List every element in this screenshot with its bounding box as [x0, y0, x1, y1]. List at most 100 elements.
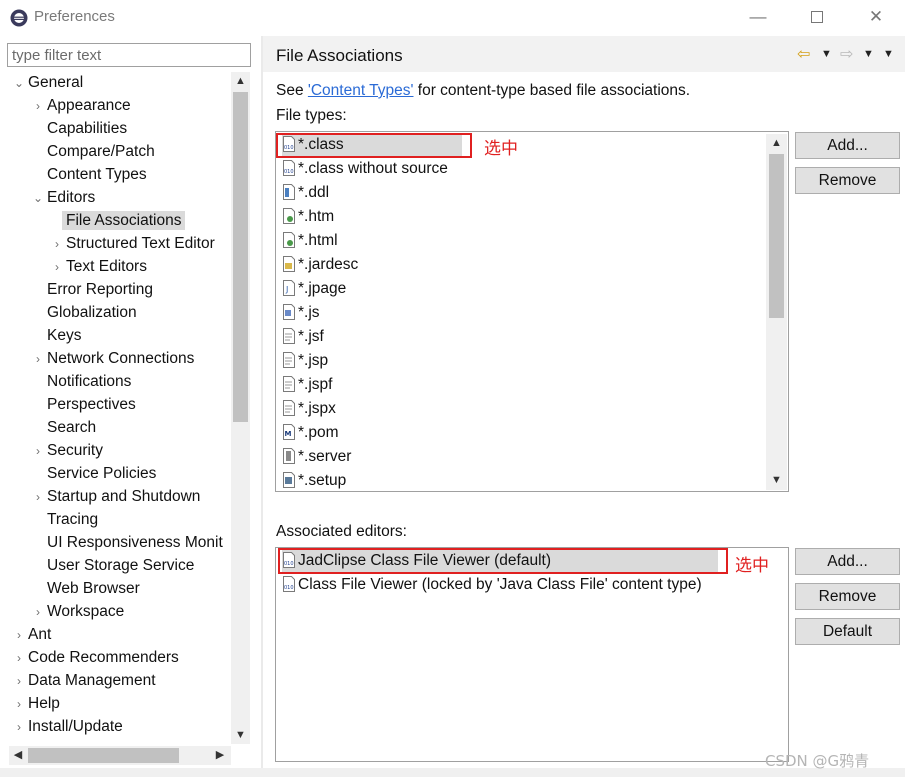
content-types-link[interactable]: 'Content Types': [308, 82, 414, 99]
chevron-right-icon[interactable]: ›: [29, 601, 47, 623]
file-types-scroll-thumb[interactable]: [769, 154, 784, 318]
default-editor-button[interactable]: Default: [795, 618, 900, 645]
tree-item-globalization[interactable]: ›Globalization: [29, 302, 137, 324]
svg-text:010: 010: [284, 585, 294, 591]
add-editor-button[interactable]: Add...: [795, 548, 900, 575]
remove-file-type-button[interactable]: Remove: [795, 167, 900, 194]
editor-item[interactable]: 010 Class File Viewer (locked by 'Java Cl…: [282, 574, 702, 596]
hint-suffix: for content-type based file associations…: [413, 82, 691, 99]
tree-item-error-reporting[interactable]: ›Error Reporting: [29, 279, 153, 301]
remove-editor-button[interactable]: Remove: [795, 583, 900, 610]
close-button[interactable]: ✕: [861, 6, 891, 30]
tree-item-capabilities[interactable]: ›Capabilities: [29, 118, 127, 140]
file-type-item[interactable]: *.server: [282, 446, 351, 468]
watermark: CSDN @G鸦青: [765, 752, 870, 770]
tree-item-perspectives[interactable]: ›Perspectives: [29, 394, 136, 416]
scroll-up-icon[interactable]: ▲: [767, 134, 786, 152]
tree-item-user-storage-service[interactable]: ›User Storage Service: [29, 555, 194, 577]
tree-item-label: Error Reporting: [47, 281, 153, 298]
chevron-right-icon[interactable]: ›: [48, 256, 66, 278]
tree-item-file-associations[interactable]: ›File Associations: [48, 210, 186, 232]
tree-item-install-update[interactable]: › Install/Update: [10, 716, 123, 738]
view-menu-icon[interactable]: ▼: [883, 48, 894, 60]
tree-item-help[interactable]: › Help: [10, 693, 60, 715]
tree-item-data-management[interactable]: › Data Management: [10, 670, 156, 692]
tree-item-structured-text-editor[interactable]: › Structured Text Editor: [48, 233, 215, 255]
chevron-down-icon[interactable]: ⌄: [29, 187, 47, 209]
tree-item-text-editors[interactable]: › Text Editors: [48, 256, 147, 278]
tree-item-search[interactable]: ›Search: [29, 417, 96, 439]
selected-annotation: 选中: [484, 139, 518, 159]
js-file-icon: [283, 304, 295, 320]
file-type-item[interactable]: *.htm: [282, 206, 334, 228]
forward-arrow-icon[interactable]: ⇨: [840, 44, 853, 64]
forward-dropdown-icon[interactable]: ▼: [863, 48, 874, 60]
associated-editors-list[interactable]: 010 JadClipse Class File Viewer (default)…: [275, 547, 789, 762]
file-type-item[interactable]: *.html: [282, 230, 338, 252]
chevron-right-icon[interactable]: ›: [10, 670, 28, 692]
back-arrow-icon[interactable]: ⇦: [797, 44, 810, 64]
tree-vertical-scrollbar[interactable]: ▲ ▼: [231, 72, 250, 744]
file-type-item[interactable]: *.ddl: [282, 182, 329, 204]
file-type-item[interactable]: *.setup: [282, 470, 346, 491]
chevron-right-icon[interactable]: ›: [29, 95, 47, 117]
tree-item-workspace[interactable]: › Workspace: [29, 601, 124, 623]
file-type-label: *.js: [298, 304, 320, 321]
chevron-right-icon[interactable]: ›: [10, 647, 28, 669]
file-type-item[interactable]: *.jsp: [282, 350, 328, 372]
tree-item-compare-patch[interactable]: ›Compare/Patch: [29, 141, 155, 163]
file-types-list[interactable]: 010 *.class 010 *.class without source *.ddl…: [275, 131, 789, 492]
tree-item-ant[interactable]: › Ant: [10, 624, 51, 646]
preference-tree: ⌄General›Appearance›Capabilities›Compare…: [0, 72, 230, 744]
tree-item-editors[interactable]: ⌄ Editors: [29, 187, 95, 209]
file-type-item[interactable]: 010 *.class without source: [282, 158, 448, 180]
tree-item-general[interactable]: ⌄ General: [10, 72, 83, 94]
tree-hscroll-thumb[interactable]: [28, 748, 179, 763]
chevron-right-icon[interactable]: ›: [29, 348, 47, 370]
file-type-item[interactable]: *.jspf: [282, 374, 332, 396]
tree-item-label: Ant: [28, 626, 52, 643]
scroll-left-icon[interactable]: ◀: [9, 746, 27, 764]
tree-item-label: File Associations: [62, 211, 186, 230]
tree-item-ui-responsiveness-monit[interactable]: ›UI Responsiveness Monit: [29, 532, 223, 554]
chevron-right-icon[interactable]: ›: [29, 486, 47, 508]
file-type-item[interactable]: J *.jpage: [282, 278, 346, 300]
back-dropdown-icon[interactable]: ▼: [821, 48, 832, 60]
file-type-item[interactable]: *.jspx: [282, 398, 336, 420]
tree-item-web-browser[interactable]: ›Web Browser: [29, 578, 140, 600]
tree-item-tracing[interactable]: ›Tracing: [29, 509, 98, 531]
file-type-item[interactable]: *.jsf: [282, 326, 324, 348]
tree-item-service-policies[interactable]: ›Service Policies: [29, 463, 156, 485]
add-file-type-button[interactable]: Add...: [795, 132, 900, 159]
tree-item-content-types[interactable]: ›Content Types: [29, 164, 147, 186]
file-type-item[interactable]: M *.pom: [282, 422, 339, 444]
file-type-label: *.jspf: [298, 376, 333, 393]
scroll-down-icon[interactable]: ▼: [231, 726, 250, 744]
tree-item-notifications[interactable]: ›Notifications: [29, 371, 131, 393]
pane-divider[interactable]: [261, 36, 263, 768]
tree-item-appearance[interactable]: › Appearance: [29, 95, 131, 117]
chevron-right-icon[interactable]: ›: [10, 624, 28, 646]
tree-item-label: Appearance: [47, 97, 131, 114]
minimize-button[interactable]: —: [743, 6, 773, 30]
filter-input[interactable]: [7, 43, 251, 67]
tree-item-code-recommenders[interactable]: › Code Recommenders: [10, 647, 179, 669]
chevron-down-icon[interactable]: ⌄: [10, 72, 28, 94]
chevron-right-icon[interactable]: ›: [10, 693, 28, 715]
scroll-up-icon[interactable]: ▲: [231, 72, 250, 90]
maximize-button[interactable]: [802, 6, 832, 30]
tree-item-network-connections[interactable]: › Network Connections: [29, 348, 194, 370]
chevron-right-icon[interactable]: ›: [48, 233, 66, 255]
tree-item-security[interactable]: › Security: [29, 440, 103, 462]
file-type-item[interactable]: *.jardesc: [282, 254, 358, 276]
tree-item-startup-and-shutdown[interactable]: › Startup and Shutdown: [29, 486, 200, 508]
scroll-down-icon[interactable]: ▼: [767, 471, 786, 489]
tree-item-keys[interactable]: ›Keys: [29, 325, 81, 347]
file-types-scrollbar[interactable]: ▲ ▼: [766, 134, 787, 490]
chevron-right-icon[interactable]: ›: [29, 440, 47, 462]
chevron-right-icon[interactable]: ›: [10, 716, 28, 738]
scroll-right-icon[interactable]: ▶: [211, 746, 229, 764]
tree-scroll-thumb[interactable]: [233, 92, 248, 422]
file-type-item[interactable]: *.js: [282, 302, 320, 324]
tree-horizontal-scrollbar[interactable]: ◀ ▶: [9, 746, 231, 765]
